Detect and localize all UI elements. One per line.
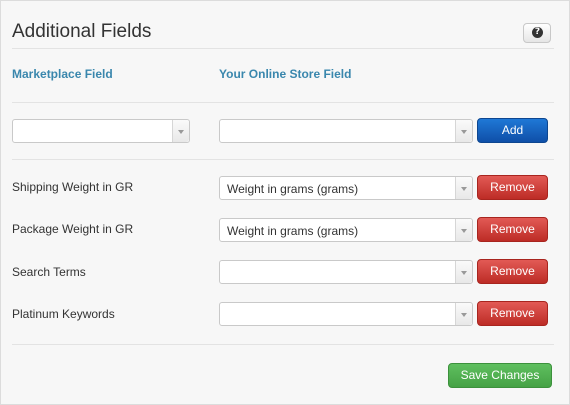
chevron-down-icon (455, 177, 472, 199)
divider (12, 344, 554, 345)
chevron-down-icon (172, 120, 189, 142)
remove-button[interactable]: Remove (477, 175, 548, 200)
select-value: Weight in grams (grams) (227, 182, 359, 196)
divider (12, 159, 554, 160)
store-field-header: Your Online Store Field (219, 67, 352, 81)
remove-button[interactable]: Remove (477, 301, 548, 326)
field-label: Platinum Keywords (12, 307, 115, 321)
additional-fields-panel: Additional Fields ? Marketplace Field Yo… (0, 0, 570, 405)
panel-title: Additional Fields (12, 21, 152, 42)
chevron-down-icon (455, 219, 472, 241)
help-button[interactable]: ? (523, 23, 551, 43)
chevron-down-icon (455, 261, 472, 283)
store-field-select[interactable]: Weight in grams (grams) (219, 218, 473, 242)
field-label: Search Terms (12, 265, 86, 279)
divider (12, 48, 554, 49)
divider (12, 102, 554, 103)
field-label: Package Weight in GR (12, 222, 134, 236)
remove-button[interactable]: Remove (477, 217, 548, 242)
add-button[interactable]: Add (477, 118, 548, 143)
marketplace-field-header: Marketplace Field (12, 67, 113, 81)
store-field-select[interactable]: Weight in grams (grams) (219, 176, 473, 200)
store-field-select[interactable] (219, 119, 473, 143)
remove-button[interactable]: Remove (477, 259, 548, 284)
select-value: Weight in grams (grams) (227, 224, 359, 238)
question-mark-icon: ? (532, 27, 543, 38)
field-label: Shipping Weight in GR (12, 180, 134, 194)
store-field-select[interactable] (219, 260, 473, 284)
marketplace-field-select[interactable] (12, 119, 190, 143)
store-field-select[interactable] (219, 302, 473, 326)
save-changes-button[interactable]: Save Changes (448, 363, 552, 388)
chevron-down-icon (455, 303, 472, 325)
chevron-down-icon (455, 120, 472, 142)
